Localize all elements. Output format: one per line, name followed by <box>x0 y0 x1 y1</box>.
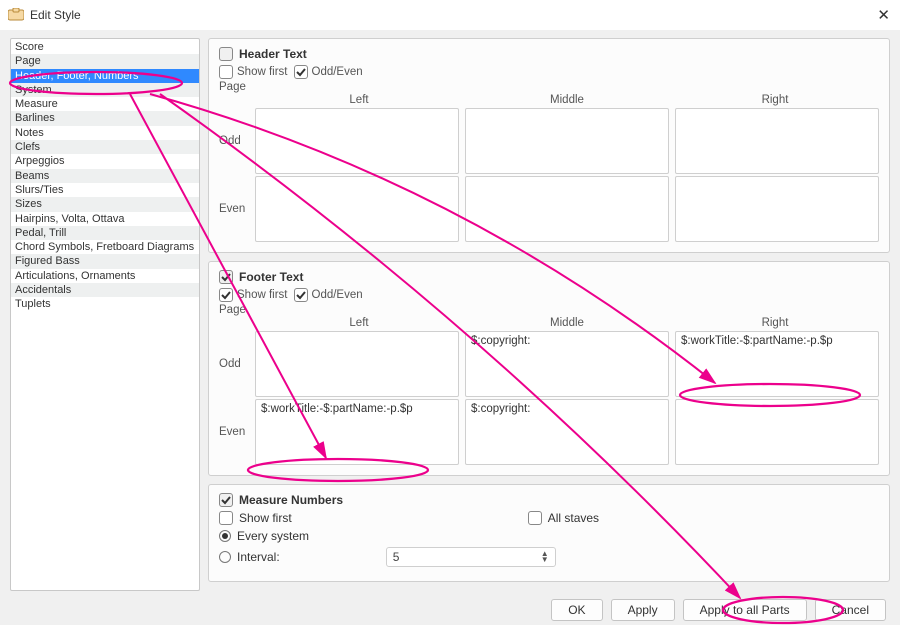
header-show-first-checkbox[interactable] <box>219 65 233 79</box>
footer-page-label: Page <box>219 304 879 316</box>
all-staves-checkbox[interactable] <box>528 511 542 525</box>
sidebar-item-score[interactable]: Score <box>11 40 199 54</box>
footer-even-middle[interactable]: $:copyright: <box>465 399 669 465</box>
sidebar-item-arpeggios[interactable]: Arpeggios <box>11 154 199 168</box>
footer-col-right: Right <box>671 317 879 329</box>
footer-oddeven-label: Odd/Even <box>312 289 363 301</box>
footer-row-odd-label: Odd <box>219 331 249 397</box>
apply-button[interactable]: Apply <box>611 599 675 621</box>
interval-radio[interactable] <box>219 551 231 563</box>
header-even-middle[interactable] <box>465 176 669 242</box>
window-title: Edit Style <box>30 8 81 22</box>
apply-all-button[interactable]: Apply to all Parts <box>683 599 807 621</box>
sidebar-item-system[interactable]: System <box>11 83 199 97</box>
measure-show-first-label: Show first <box>239 511 292 525</box>
header-show-first-label: Show first <box>237 66 288 78</box>
header-odd-right[interactable] <box>675 108 879 174</box>
dialog-body: Score Page Header, Footer, Numbers Syste… <box>0 30 900 595</box>
header-text-group: Header Text Show first Odd/Even Page Lef… <box>208 38 890 253</box>
footer-row-even-label: Even <box>219 399 249 465</box>
header-odd-left[interactable] <box>255 108 459 174</box>
sidebar-item-beams[interactable]: Beams <box>11 169 199 183</box>
header-col-middle: Middle <box>463 94 671 106</box>
category-list[interactable]: Score Page Header, Footer, Numbers Syste… <box>10 38 200 591</box>
footer-oddeven-checkbox[interactable] <box>294 288 308 302</box>
header-group-title: Header Text <box>239 47 307 61</box>
footer-group-title: Footer Text <box>239 270 303 284</box>
interval-spinbox[interactable]: 5 ▲▼ <box>386 547 556 567</box>
header-odd-middle[interactable] <box>465 108 669 174</box>
header-page-label: Page <box>219 81 879 93</box>
sidebar-item-hairpins[interactable]: Hairpins, Volta, Ottava <box>11 212 199 226</box>
footer-text-group: Footer Text Show first Odd/Even Page Lef… <box>208 261 890 476</box>
sidebar-item-chord-symbols[interactable]: Chord Symbols, Fretboard Diagrams <box>11 240 199 254</box>
titlebar: Edit Style ✕ <box>0 0 900 30</box>
interval-value: 5 <box>393 550 400 564</box>
interval-label: Interval: <box>237 550 280 564</box>
sidebar-item-barlines[interactable]: Barlines <box>11 111 199 125</box>
sidebar-item-accidentals[interactable]: Accidentals <box>11 283 199 297</box>
every-system-label: Every system <box>237 529 309 543</box>
sidebar-item-notes[interactable]: Notes <box>11 126 199 140</box>
sidebar-item-figured-bass[interactable]: Figured Bass <box>11 254 199 268</box>
header-even-right[interactable] <box>675 176 879 242</box>
footer-col-middle: Middle <box>463 317 671 329</box>
spin-up-down-icon[interactable]: ▲▼ <box>541 551 549 563</box>
app-icon <box>8 8 24 22</box>
header-even-left[interactable] <box>255 176 459 242</box>
footer-enable-checkbox[interactable] <box>219 270 233 284</box>
measure-numbers-enable-checkbox[interactable] <box>219 493 233 507</box>
footer-even-right[interactable] <box>675 399 879 465</box>
measure-numbers-title: Measure Numbers <box>239 493 343 507</box>
settings-panel: Header Text Show first Odd/Even Page Lef… <box>208 38 890 591</box>
header-enable-checkbox[interactable] <box>219 47 233 61</box>
sidebar-item-page[interactable]: Page <box>11 54 199 68</box>
sidebar-item-slurs-ties[interactable]: Slurs/Ties <box>11 183 199 197</box>
close-icon[interactable]: ✕ <box>877 8 890 23</box>
sidebar-item-pedal[interactable]: Pedal, Trill <box>11 226 199 240</box>
footer-odd-left[interactable] <box>255 331 459 397</box>
footer-odd-right[interactable]: $:workTitle:-$:partName:-p.$p <box>675 331 879 397</box>
footer-show-first-label: Show first <box>237 289 288 301</box>
sidebar-item-header-footer-numbers[interactable]: Header, Footer, Numbers <box>11 69 199 83</box>
every-system-radio[interactable] <box>219 530 231 542</box>
footer-odd-middle[interactable]: $:copyright: <box>465 331 669 397</box>
footer-show-first-checkbox[interactable] <box>219 288 233 302</box>
header-row-even-label: Even <box>219 176 249 242</box>
sidebar-item-measure[interactable]: Measure <box>11 97 199 111</box>
header-col-left: Left <box>255 94 463 106</box>
header-oddeven-label: Odd/Even <box>312 66 363 78</box>
footer-col-left: Left <box>255 317 463 329</box>
cancel-button[interactable]: Cancel <box>815 599 886 621</box>
sidebar-item-tuplets[interactable]: Tuplets <box>11 297 199 311</box>
footer-even-left[interactable]: $:workTitle:-$:partName:-p.$p <box>255 399 459 465</box>
sidebar-item-sizes[interactable]: Sizes <box>11 197 199 211</box>
measure-show-first-checkbox[interactable] <box>219 511 233 525</box>
header-row-odd-label: Odd <box>219 108 249 174</box>
sidebar-item-clefs[interactable]: Clefs <box>11 140 199 154</box>
button-row: OK Apply Apply to all Parts Cancel <box>0 595 900 625</box>
ok-button[interactable]: OK <box>551 599 602 621</box>
header-oddeven-checkbox[interactable] <box>294 65 308 79</box>
header-col-right: Right <box>671 94 879 106</box>
all-staves-label: All staves <box>548 511 599 525</box>
sidebar-item-articulations[interactable]: Articulations, Ornaments <box>11 269 199 283</box>
measure-numbers-group: Measure Numbers Show first All staves Ev… <box>208 484 890 582</box>
